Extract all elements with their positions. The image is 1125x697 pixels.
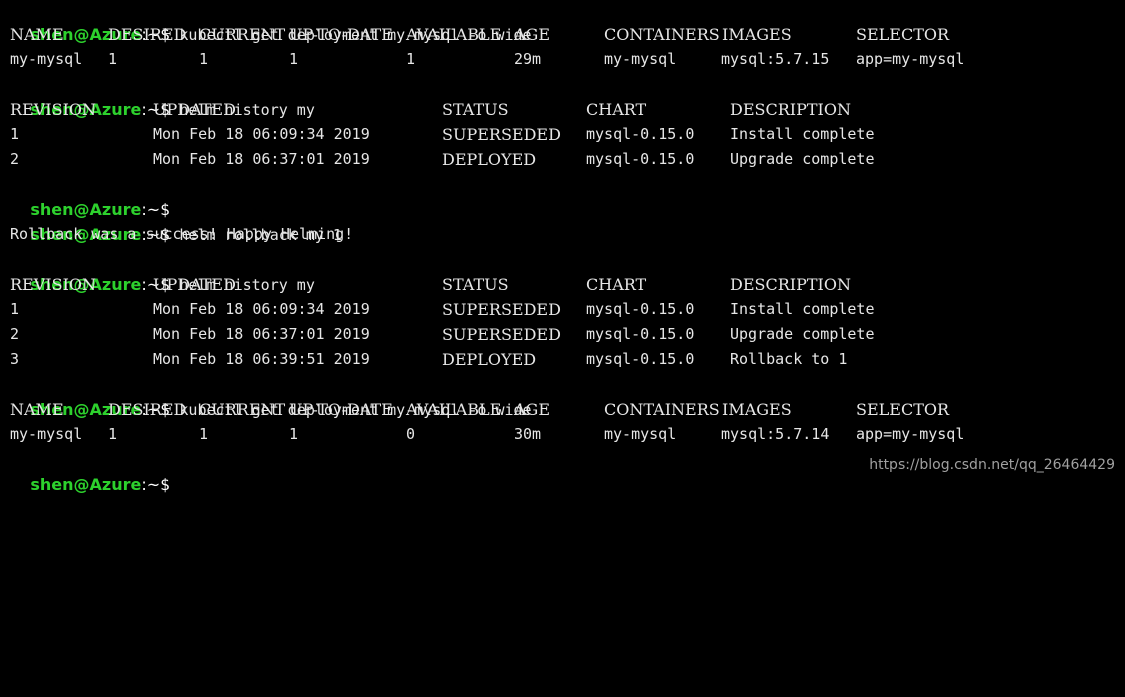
history-row: 2 Mon Feb 18 06:37:01 2019 DEPLOYED mysq… xyxy=(10,147,875,172)
history-status: SUPERSEDED xyxy=(442,325,561,344)
prompt-line: shen@Azure:~$ helm history my xyxy=(10,247,315,294)
history-updated: Mon Feb 18 06:39:51 2019 xyxy=(153,350,370,368)
col-chart-header: CHART xyxy=(586,100,647,119)
history-row: 1 Mon Feb 18 06:09:34 2019 SUPERSEDED my… xyxy=(10,297,875,322)
col-chart-header: CHART xyxy=(586,275,647,294)
history-updated: Mon Feb 18 06:37:01 2019 xyxy=(153,325,370,343)
rollback-message: Rollback was a success! Happy Helming! xyxy=(10,225,354,243)
deployment-image: mysql:5.7.15 xyxy=(721,50,830,68)
prompt-line: shen@Azure:~$ xyxy=(10,172,179,219)
deployment-uptodate: 1 xyxy=(289,425,299,443)
history-status: SUPERSEDED xyxy=(442,125,561,144)
col-updated-header: UPDATED xyxy=(153,100,236,119)
history-description: Upgrade complete xyxy=(730,325,875,343)
col-selector-header: SELECTOR xyxy=(856,400,950,419)
history-header-row: REVISION UPDATED STATUS CHART DESCRIPTIO… xyxy=(10,97,851,122)
history-status: SUPERSEDED xyxy=(442,300,561,319)
deployment-header-row: NAME DESIRED CURRENT UP-TO-DATE AVAILABL… xyxy=(10,22,949,47)
history-description: Rollback to 1 xyxy=(730,350,848,368)
deployment-uptodate: 1 xyxy=(289,50,299,68)
deployment-image: mysql:5.7.14 xyxy=(721,425,830,443)
deployment-containers: my-mysql xyxy=(604,50,677,68)
col-current-header: CURRENT xyxy=(199,400,286,419)
prompt-line: shen@Azure:~$ kubectl get deployment my-… xyxy=(10,0,531,44)
history-description: Upgrade complete xyxy=(730,150,875,168)
col-age-header: AGE xyxy=(514,25,551,44)
history-chart: mysql-0.15.0 xyxy=(586,150,695,168)
deployment-row: my-mysql 1 1 1 0 30m my-mysql mysql:5.7.… xyxy=(10,422,964,447)
col-desired-header: DESIRED xyxy=(108,400,187,419)
deployment-row: my-mysql 1 1 1 1 29m my-mysql mysql:5.7.… xyxy=(10,47,964,72)
history-description: Install complete xyxy=(730,125,875,143)
prompt-line: shen@Azure:~$ helm history my xyxy=(10,72,315,119)
history-revision: 2 xyxy=(10,150,20,168)
col-status-header: STATUS xyxy=(442,100,509,119)
deployment-available: 1 xyxy=(406,50,416,68)
deployment-available: 0 xyxy=(406,425,416,443)
col-current-header: CURRENT xyxy=(199,25,286,44)
history-status: DEPLOYED xyxy=(442,350,537,369)
col-status-header: STATUS xyxy=(442,275,509,294)
col-revision-header: REVISION xyxy=(10,275,96,294)
history-row: 2 Mon Feb 18 06:37:01 2019 SUPERSEDED my… xyxy=(10,322,875,347)
prompt-line: shen@Azure:~$ kubectl get deployment my-… xyxy=(10,372,531,419)
col-containers-header: CONTAINERS xyxy=(604,25,720,44)
prompt-line-current[interactable]: shen@Azure:~$ xyxy=(10,447,179,494)
history-status: DEPLOYED xyxy=(442,150,537,169)
deployment-age: 29m xyxy=(514,50,542,68)
col-available-header: AVAILABLE xyxy=(406,400,502,419)
col-name-header: NAME xyxy=(10,25,64,44)
deployment-selector: app=my-mysql xyxy=(856,50,965,68)
col-available-header: AVAILABLE xyxy=(406,25,502,44)
deployment-header-row: NAME DESIRED CURRENT UP-TO-DATE AVAILABL… xyxy=(10,397,949,422)
history-row: 1 Mon Feb 18 06:09:34 2019 SUPERSEDED my… xyxy=(10,122,875,147)
deployment-name: my-mysql xyxy=(10,425,83,443)
history-revision: 1 xyxy=(10,300,20,318)
col-uptodate-header: UP-TO-DATE xyxy=(289,25,393,44)
col-revision-header: REVISION xyxy=(10,100,96,119)
col-description-header: DESCRIPTION xyxy=(730,100,851,119)
history-revision: 1 xyxy=(10,125,20,143)
history-chart: mysql-0.15.0 xyxy=(586,125,695,143)
terminal-window[interactable]: shen@Azure:~$ kubectl get deployment my-… xyxy=(0,0,1125,494)
col-containers-header: CONTAINERS xyxy=(604,400,720,419)
deployment-current: 1 xyxy=(199,425,209,443)
history-revision: 2 xyxy=(10,325,20,343)
deployment-age: 30m xyxy=(514,425,542,443)
prompt-line: shen@Azure:~$ helm rollback my 1 xyxy=(10,197,342,244)
col-uptodate-header: UP-TO-DATE xyxy=(289,400,393,419)
history-header-row: REVISION UPDATED STATUS CHART DESCRIPTIO… xyxy=(10,272,851,297)
col-name-header: NAME xyxy=(10,400,64,419)
deployment-name: my-mysql xyxy=(10,50,83,68)
history-row: 3 Mon Feb 18 06:39:51 2019 DEPLOYED mysq… xyxy=(10,347,847,372)
deployment-current: 1 xyxy=(199,50,209,68)
deployment-desired: 1 xyxy=(108,425,118,443)
col-images-header: IMAGES xyxy=(722,25,792,44)
col-desired-header: DESIRED xyxy=(108,25,187,44)
deployment-containers: my-mysql xyxy=(604,425,677,443)
history-chart: mysql-0.15.0 xyxy=(586,350,695,368)
history-updated: Mon Feb 18 06:09:34 2019 xyxy=(153,125,370,143)
col-images-header: IMAGES xyxy=(722,400,792,419)
history-description: Install complete xyxy=(730,300,875,318)
history-updated: Mon Feb 18 06:09:34 2019 xyxy=(153,300,370,318)
col-description-header: DESCRIPTION xyxy=(730,275,851,294)
history-chart: mysql-0.15.0 xyxy=(586,325,695,343)
col-updated-header: UPDATED xyxy=(153,275,236,294)
col-age-header: AGE xyxy=(514,400,551,419)
deployment-selector: app=my-mysql xyxy=(856,425,965,443)
watermark-text: https://blog.csdn.net/qq_26464429 xyxy=(869,457,1115,473)
col-selector-header: SELECTOR xyxy=(856,25,950,44)
history-revision: 3 xyxy=(10,350,20,368)
deployment-desired: 1 xyxy=(108,50,118,68)
history-updated: Mon Feb 18 06:37:01 2019 xyxy=(153,150,370,168)
history-chart: mysql-0.15.0 xyxy=(586,300,695,318)
